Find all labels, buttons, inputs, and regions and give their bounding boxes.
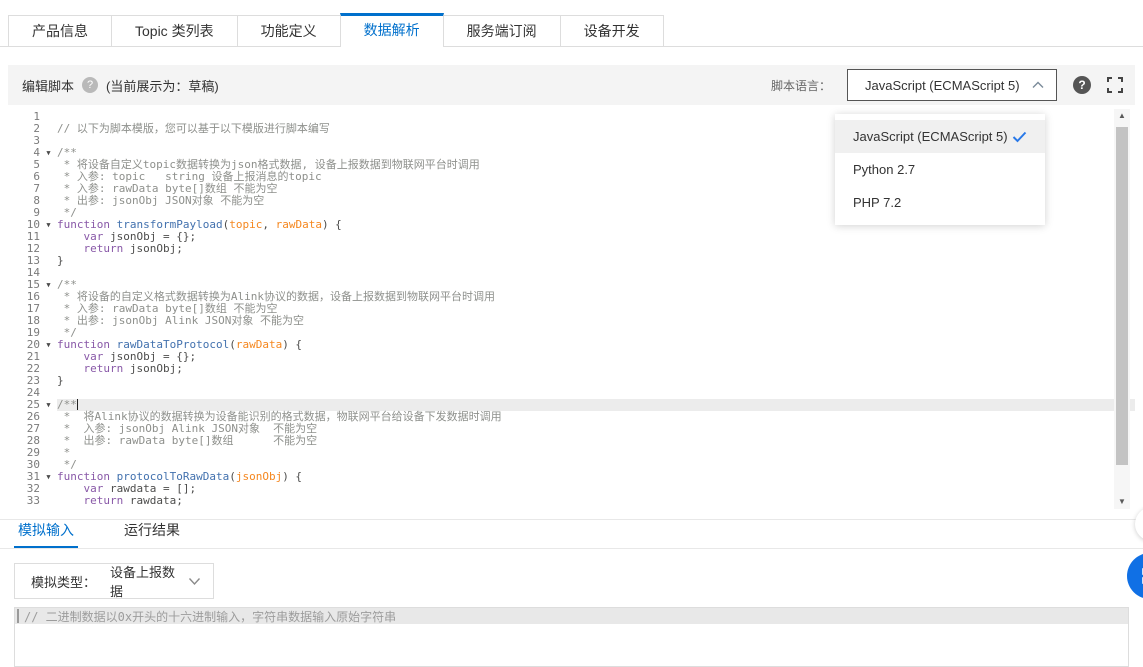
fold-gutter [40,327,57,339]
fold-gutter [40,315,57,327]
scrollbar-thumb[interactable] [1116,127,1128,465]
fold-gutter [40,159,57,171]
fold-gutter [40,171,57,183]
language-option-2[interactable]: Python 2.7 [835,153,1045,186]
tab-2[interactable]: Topic 类列表 [111,15,238,46]
code-line[interactable]: 33 return rawdata; [8,495,1135,507]
code-text: return jsonObj; [57,363,1135,375]
fold-gutter [40,255,57,267]
editor-help-icon[interactable]: ? [82,77,98,93]
code-text: var jsonObj = {}; [57,351,1135,363]
tab-4[interactable]: 数据解析 [340,13,444,47]
fold-gutter [40,123,57,135]
scroll-up-icon[interactable]: ▲ [1114,109,1130,123]
code-text: return rawdata; [57,495,1135,507]
simulation-type-label: 模拟类型： [31,572,96,591]
code-text: var rawdata = []; [57,483,1135,495]
editor-title: 编辑脚本 [22,76,74,95]
fold-gutter [40,267,57,279]
code-text [57,387,1135,399]
fold-arrow-icon[interactable]: ▼ [40,147,57,159]
simulation-input-comment: // 二进制数据以0x开头的十六进制输入，字符串数据输入原始字符串 [24,608,396,625]
sim-tab-2[interactable]: 运行结果 [120,520,184,548]
check-icon [1012,131,1027,143]
fold-gutter [40,435,57,447]
fold-arrow-icon[interactable]: ▼ [40,279,57,291]
fold-gutter [40,447,57,459]
fold-arrow-icon[interactable]: ▼ [40,339,57,351]
code-text: * [57,447,1135,459]
fold-gutter [40,387,57,399]
language-select-value: JavaScript (ECMAScript 5) [865,78,1032,93]
fold-gutter [40,291,57,303]
code-line[interactable]: 13} [8,255,1135,267]
language-dropdown-menu: JavaScript (ECMAScript 5)Python 2.7PHP 7… [835,114,1045,225]
fold-gutter [40,231,57,243]
simulation-type-value: 设备上报数据 [110,562,188,600]
code-text: function protocolToRawData(jsonObj) { [57,471,1135,483]
tab-3[interactable]: 功能定义 [237,15,341,46]
code-line[interactable]: 29 * [8,447,1135,459]
code-line[interactable]: 22 return jsonObj; [8,363,1135,375]
contact-widget-button[interactable] [1127,553,1143,599]
script-help-icon[interactable]: ? [1073,76,1091,94]
code-line[interactable]: 12 return jsonObj; [8,243,1135,255]
fold-gutter [40,483,57,495]
line-number: 33 [8,495,40,507]
code-text: return jsonObj; [57,243,1135,255]
code-line[interactable]: 28 * 出参: rawData byte[]数组 不能为空 [8,435,1135,447]
fold-gutter [40,195,57,207]
fold-gutter [40,243,57,255]
language-option-1[interactable]: JavaScript (ECMAScript 5) [835,120,1045,153]
fold-gutter [40,207,57,219]
text-cursor [77,399,78,410]
fold-gutter [40,183,57,195]
chevron-up-icon [1032,81,1044,89]
code-line[interactable]: 24 [8,387,1135,399]
code-text: function rawDataToProtocol(rawData) { [57,339,1135,351]
code-text [57,267,1135,279]
fold-gutter [40,111,57,123]
code-text: * 出参: jsonObj Alink JSON对象 不能为空 [57,315,1135,327]
fold-gutter [40,303,57,315]
code-text: * 出参: rawData byte[]数组 不能为空 [57,435,1135,447]
sim-tab-1[interactable]: 模拟输入 [14,520,78,548]
fold-arrow-icon[interactable]: ▼ [40,399,57,411]
simulation-tab-bar: 模拟输入 运行结果 [0,519,1143,549]
fold-gutter [40,411,57,423]
fold-gutter [40,459,57,471]
fold-arrow-icon[interactable]: ▼ [40,219,57,231]
draft-note: (当前展示为：草稿) [106,76,219,95]
chevron-down-icon [188,577,201,586]
tab-1[interactable]: 产品信息 [8,15,112,46]
language-select[interactable]: JavaScript (ECMAScript 5) [847,69,1057,101]
editor-header: 编辑脚本 ? (当前展示为：草稿) 脚本语言： JavaScript (ECMA… [8,65,1135,105]
fold-gutter [40,135,57,147]
fold-gutter [40,495,57,507]
language-option-3[interactable]: PHP 7.2 [835,186,1045,219]
language-label: 脚本语言： [771,77,831,94]
editor-scrollbar[interactable]: ▲ ▼ [1114,109,1130,509]
fold-gutter [40,423,57,435]
simulation-input-area[interactable]: // 二进制数据以0x开头的十六进制输入，字符串数据输入原始字符串 [14,607,1129,667]
simulation-type-select[interactable]: 模拟类型： 设备上报数据 [14,563,214,599]
scroll-down-icon[interactable]: ▼ [1114,495,1130,509]
code-line[interactable]: 14 [8,267,1135,279]
fold-gutter [40,351,57,363]
code-line[interactable]: 23} [8,375,1135,387]
product-tab-bar: 产品信息Topic 类列表功能定义数据解析服务端订阅设备开发 [0,4,1143,47]
simulation-input-line: // 二进制数据以0x开头的十六进制输入，字符串数据输入原始字符串 [15,608,1128,624]
code-text: } [57,255,1135,267]
code-text: var jsonObj = {}; [57,231,1135,243]
tab-6[interactable]: 设备开发 [560,15,664,46]
code-text: } [57,375,1135,387]
text-cursor [17,609,19,623]
fullscreen-icon[interactable] [1107,77,1123,93]
fold-arrow-icon[interactable]: ▼ [40,471,57,483]
fold-gutter [40,363,57,375]
tab-5[interactable]: 服务端订阅 [443,15,561,46]
fold-gutter [40,375,57,387]
code-line[interactable]: 18 * 出参: jsonObj Alink JSON对象 不能为空 [8,315,1135,327]
